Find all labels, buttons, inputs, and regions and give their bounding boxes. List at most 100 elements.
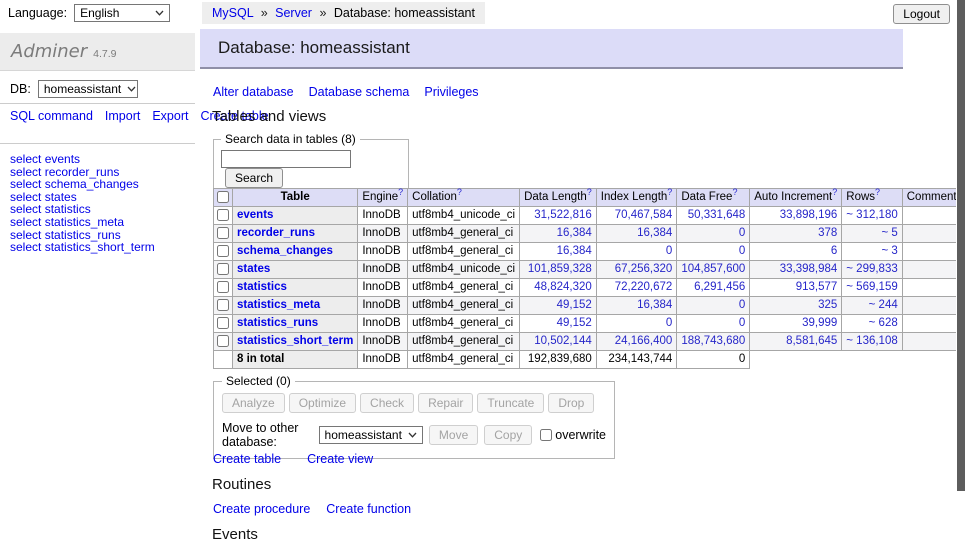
rows-cell: ~ 5 — [842, 225, 902, 243]
link-create-function[interactable]: Create function — [326, 502, 411, 516]
drop-button[interactable]: Drop — [548, 393, 594, 413]
table-link-statistics_meta[interactable]: statistics_meta — [237, 299, 320, 311]
link-database-schema[interactable]: Database schema — [309, 85, 410, 99]
help-link[interactable]: ? — [667, 187, 672, 197]
sidebar-action-export[interactable]: Export — [152, 109, 188, 123]
table-row: statisticsInnoDButf8mb4_general_ci48,824… — [214, 279, 966, 297]
auto-increment-cell: 325 — [750, 297, 842, 315]
optimize-button[interactable]: Optimize — [289, 393, 356, 413]
scrollbar-thumb[interactable] — [957, 0, 965, 491]
sidebar-select-link-statistics_short_term[interactable]: select — [10, 240, 41, 254]
data-length-cell: 48,824,320 — [520, 279, 597, 297]
move-db-select[interactable]: homeassistant — [319, 426, 423, 444]
table-name-cell: events — [233, 207, 358, 225]
overwrite-option: overwrite — [540, 428, 606, 442]
breadcrumb-mysql-link[interactable]: MySQL — [212, 6, 253, 20]
table-link-events[interactable]: events — [237, 209, 273, 221]
col-header-rows: Rows? — [842, 189, 902, 207]
table-header-row: TableEngine?Collation?Data Length?Index … — [214, 189, 966, 207]
overwrite-label: overwrite — [555, 428, 606, 442]
search-button[interactable]: Search — [225, 168, 283, 188]
link-alter-database[interactable]: Alter database — [213, 85, 294, 99]
data-free-cell: 0 — [677, 243, 750, 261]
link-privileges[interactable]: Privileges — [424, 85, 478, 99]
select-all-checkbox[interactable] — [217, 191, 229, 203]
overwrite-checkbox[interactable] — [540, 429, 552, 441]
repair-button[interactable]: Repair — [418, 393, 473, 413]
link-create-table[interactable]: Create table — [213, 452, 281, 466]
table-link-recorder_runs[interactable]: recorder_runs — [237, 227, 315, 239]
help-link[interactable]: ? — [875, 187, 880, 197]
link-create-procedure[interactable]: Create procedure — [213, 502, 310, 516]
table-link-states[interactable]: states — [237, 263, 270, 275]
total-label-cell: 8 in total — [233, 351, 358, 369]
row-checkbox[interactable] — [217, 245, 229, 257]
db-select-value: homeassistant — [44, 82, 121, 96]
link-create-view[interactable]: Create view — [307, 452, 373, 466]
row-checkbox[interactable] — [217, 335, 229, 347]
check-button[interactable]: Check — [360, 393, 414, 413]
row-checkbox-cell — [214, 315, 233, 333]
select-all-cell — [214, 189, 233, 207]
sidebar-table-link-statistics_short_term[interactable]: statistics_short_term — [45, 240, 155, 254]
data-length-cell: 49,152 — [520, 315, 597, 333]
database-action-links: Alter database Database schema Privileges — [213, 85, 494, 99]
rows-cell: ~ 244 — [842, 297, 902, 315]
engine-cell: InnoDB — [358, 207, 408, 225]
help-link[interactable]: ? — [398, 187, 403, 197]
row-checkbox[interactable] — [217, 281, 229, 293]
table-link-schema_changes[interactable]: schema_changes — [237, 245, 333, 257]
table-link-statistics[interactable]: statistics — [237, 281, 287, 293]
row-checkbox[interactable] — [217, 209, 229, 221]
sidebar-action-sql-command[interactable]: SQL command — [10, 109, 93, 123]
logout-button[interactable]: Logout — [893, 4, 950, 24]
breadcrumb-separator: » — [319, 6, 326, 20]
table-link-statistics_short_term[interactable]: statistics_short_term — [237, 335, 353, 347]
help-link[interactable]: ? — [832, 187, 837, 197]
breadcrumb-server-link[interactable]: Server — [275, 6, 312, 20]
language-row: Language: English — [8, 4, 170, 22]
copy-button[interactable]: Copy — [484, 425, 532, 445]
move-db-select-value: homeassistant — [325, 428, 402, 442]
search-input[interactable] — [221, 150, 351, 168]
index-length-cell: 72,220,672 — [596, 279, 677, 297]
table-row: statistics_short_termInnoDButf8mb4_gener… — [214, 333, 966, 351]
row-checkbox[interactable] — [217, 299, 229, 311]
db-select[interactable]: homeassistant — [38, 80, 138, 98]
help-link[interactable]: ? — [732, 187, 737, 197]
table-name-cell: states — [233, 261, 358, 279]
table-row: recorder_runsInnoDButf8mb4_general_ci16,… — [214, 225, 966, 243]
analyze-button[interactable]: Analyze — [222, 393, 285, 413]
row-checkbox-cell — [214, 243, 233, 261]
language-select[interactable]: English — [74, 4, 170, 22]
app-name: Adminer — [11, 41, 87, 62]
language-select-value: English — [80, 6, 119, 20]
sidebar-table-row: select statistics_short_term — [10, 241, 155, 254]
data-free-cell: 104,857,600 — [677, 261, 750, 279]
auto-increment-cell: 8,581,645 — [750, 333, 842, 351]
index-length-cell: 0 — [596, 315, 677, 333]
data-free-cell: 0 — [677, 297, 750, 315]
table-total-row: 8 in totalInnoDButf8mb4_general_ci192,83… — [214, 351, 966, 369]
table-row: statesInnoDButf8mb4_unicode_ci101,859,32… — [214, 261, 966, 279]
engine-cell: InnoDB — [358, 279, 408, 297]
row-checkbox[interactable] — [217, 263, 229, 275]
scrollbar-track[interactable] — [956, 0, 966, 543]
collation-cell: utf8mb4_general_ci — [408, 315, 520, 333]
row-checkbox[interactable] — [217, 317, 229, 329]
data-free-cell: 6,291,456 — [677, 279, 750, 297]
row-checkbox[interactable] — [217, 227, 229, 239]
events-heading: Events — [212, 526, 258, 543]
table-link-statistics_runs[interactable]: statistics_runs — [237, 317, 318, 329]
row-checkbox-cell — [214, 207, 233, 225]
index-length-cell: 67,256,320 — [596, 261, 677, 279]
selected-fieldset: Selected (0) AnalyzeOptimizeCheckRepairT… — [213, 374, 615, 459]
move-row: Move to other database: homeassistant Mo… — [222, 421, 606, 449]
data-length-cell: 31,522,816 — [520, 207, 597, 225]
truncate-button[interactable]: Truncate — [477, 393, 544, 413]
sidebar-action-import[interactable]: Import — [105, 109, 140, 123]
move-button[interactable]: Move — [429, 425, 478, 445]
col-header-engine: Engine? — [358, 189, 408, 207]
help-link[interactable]: ? — [587, 187, 592, 197]
help-link[interactable]: ? — [457, 187, 462, 197]
